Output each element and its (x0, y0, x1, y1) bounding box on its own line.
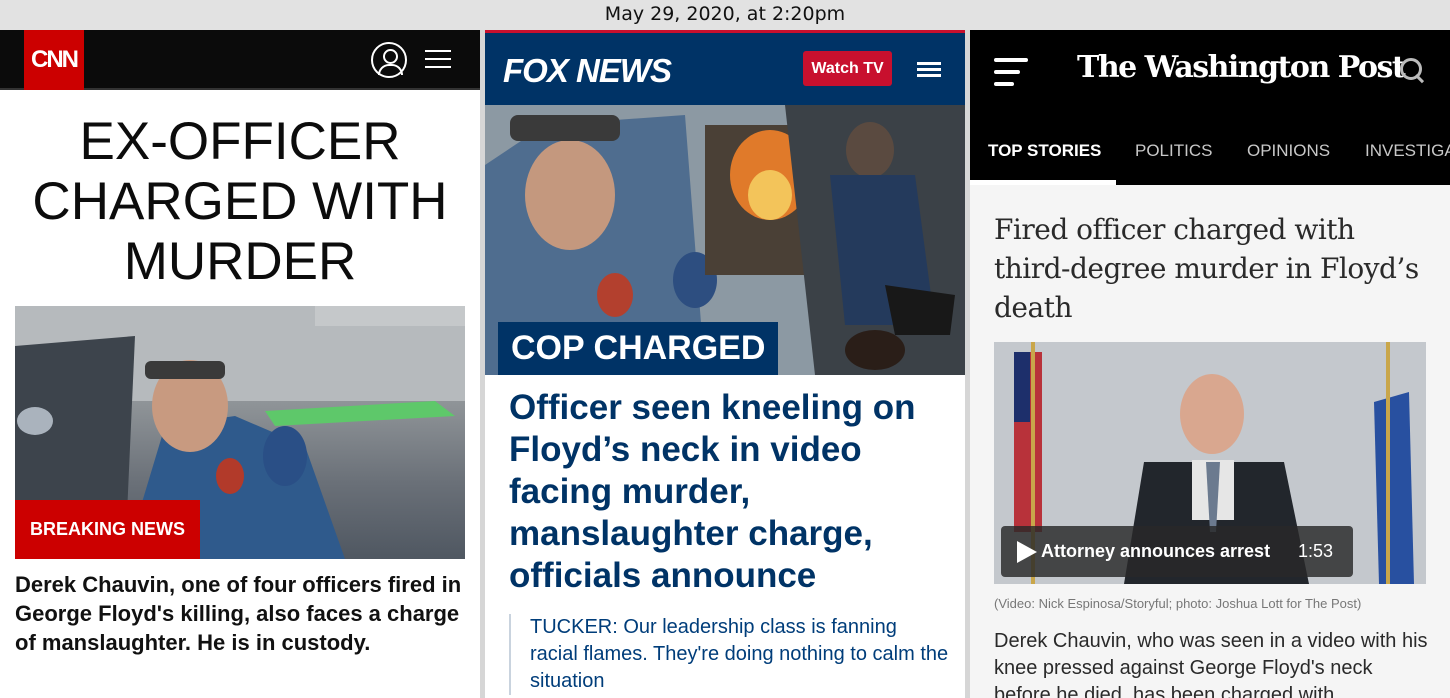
fox-related-link[interactable]: TUCKER: Our leadership class is fanning … (509, 614, 949, 695)
wapo-logo[interactable]: The Washington Post (1077, 50, 1406, 85)
cnn-headline[interactable]: EX-OFFICER CHARGED WITH MURDER (10, 112, 470, 292)
cnn-logo[interactable]: CNN (24, 30, 84, 90)
tab-top-stories[interactable]: TOP STORIES (988, 136, 1101, 166)
watch-tv-button[interactable]: Watch TV (803, 51, 892, 86)
tab-politics[interactable]: POLITICS (1135, 136, 1212, 166)
video-title: Attorney announces arrest (1041, 541, 1271, 561)
user-icon[interactable] (371, 42, 407, 78)
fox-headline[interactable]: Officer seen kneeling on Floyd’s neck in… (509, 387, 949, 597)
play-icon (1017, 541, 1037, 563)
video-duration: 1:53 (1298, 541, 1334, 561)
search-icon[interactable] (1400, 58, 1428, 86)
wapo-header: The Washington Post TOP STORIES POLITICS… (970, 30, 1450, 185)
cnn-news-photo[interactable]: BREAKING NEWS (15, 306, 465, 559)
breaking-news-badge: BREAKING NEWS (15, 500, 201, 559)
photo-credit: (Video: Nick Espinosa/Storyful; photo: J… (994, 596, 1362, 611)
menu-icon[interactable] (425, 47, 451, 71)
cnn-header: CNN (0, 30, 480, 90)
fox-logo[interactable]: FOX NEWS (503, 52, 672, 90)
menu-icon[interactable] (994, 58, 1028, 86)
wapo-section-tabs: TOP STORIES POLITICS OPINIONS INVESTIGA (970, 136, 1450, 185)
wapo-headline[interactable]: Fired officer charged with third-degree … (994, 210, 1434, 327)
screenshot-timestamp: May 29, 2020, at 2:20pm (0, 0, 1450, 30)
fox-header: FOX NEWS Watch TV (485, 30, 965, 105)
cnn-summary[interactable]: Derek Chauvin, one of four officers fire… (15, 570, 470, 657)
wapo-video-thumbnail[interactable]: Attorney announces arrest 1:53 (994, 342, 1426, 584)
wapo-panel: The Washington Post TOP STORIES POLITICS… (970, 30, 1450, 698)
menu-icon[interactable] (917, 62, 941, 78)
cnn-panel: CNN EX-OFFICER CHARGED WITH MURDER BREAK… (0, 30, 480, 698)
fox-panel: FOX NEWS Watch TV COP CHARGED Officer se… (485, 30, 965, 698)
cop-charged-tag: COP CHARGED (498, 322, 779, 375)
active-tab-indicator (970, 180, 1116, 185)
tab-opinions[interactable]: OPINIONS (1247, 136, 1330, 166)
wapo-summary[interactable]: Derek Chauvin, who was seen in a video w… (994, 628, 1434, 698)
fox-news-photo[interactable]: COP CHARGED (485, 105, 965, 375)
video-play-button[interactable]: Attorney announces arrest 1:53 (1001, 526, 1353, 577)
tab-investigations[interactable]: INVESTIGA (1365, 136, 1450, 166)
